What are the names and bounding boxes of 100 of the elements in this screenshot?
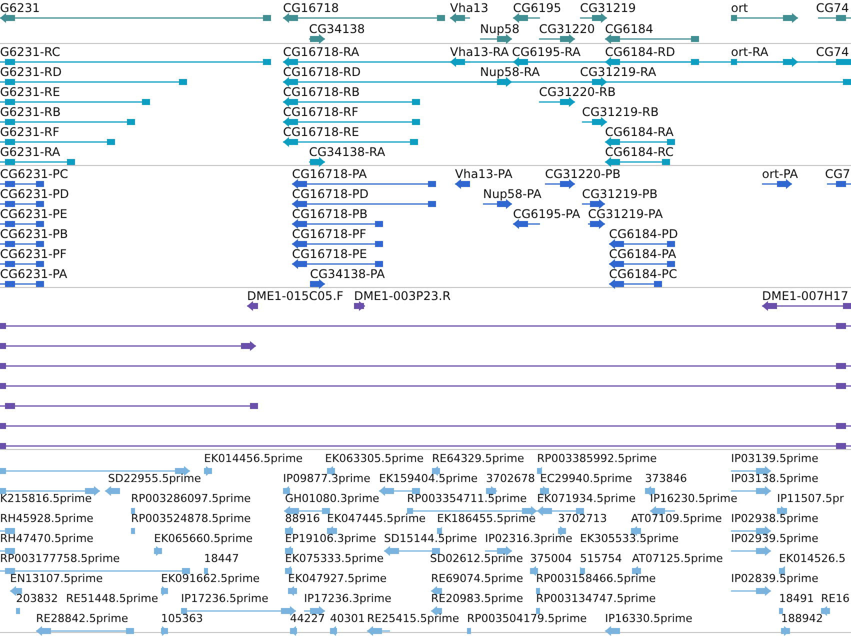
- feature-label: DME1-003P23.R: [354, 289, 451, 303]
- feature-label: IP16330.5prime: [605, 612, 692, 626]
- feature-label: CG7: [825, 167, 850, 181]
- feature-label: Nup58-RA: [480, 65, 540, 79]
- feature-label: CG31220-RB: [539, 85, 616, 99]
- feature-label: 40301: [330, 612, 365, 626]
- feature-label: Nup58: [480, 22, 520, 36]
- feature-label: 203832: [16, 592, 58, 606]
- feature-label: RP003354711.5prime: [407, 492, 527, 506]
- feature-label: Vha13-RA: [450, 45, 509, 59]
- feature-label: CG6184-PC: [609, 267, 678, 281]
- feature-label: CG74: [816, 45, 849, 59]
- feature-label: RP003504179.5prime: [467, 612, 587, 626]
- feature-label: CG31219-PB: [582, 187, 658, 201]
- feature-label: CG16718-RE: [283, 125, 360, 139]
- feature-label: CG6231-PF: [0, 247, 67, 261]
- feature-label: SD02612.5prime: [430, 552, 523, 566]
- feature-label: CG74: [816, 1, 849, 15]
- feature-label: RP003134747.5prime: [536, 592, 656, 606]
- feature-label: RP003385992.5prime: [537, 452, 657, 466]
- feature-label: 515754: [580, 552, 622, 566]
- feature-label: CG6231-PC: [0, 167, 68, 181]
- feature-label: SD22955.5prime: [108, 472, 201, 486]
- feature-label: ort-RA: [731, 45, 768, 59]
- feature-label: EK014526.5: [779, 552, 846, 566]
- feature-label: IP03138.5prime: [731, 472, 818, 486]
- feature-label: 373846: [645, 472, 687, 486]
- feature-label: 18491: [779, 592, 814, 606]
- feature-label: G6231: [0, 1, 40, 15]
- feature-label: CG6184: [605, 22, 654, 36]
- feature-label: CG31220-PB: [545, 167, 621, 181]
- feature-label: AT07109.5prime: [631, 512, 722, 526]
- feature-label: DME1-015C05.F: [247, 289, 344, 303]
- feature-label: CG31219-PA: [588, 207, 663, 221]
- feature-label: K215816.5prime: [0, 492, 92, 506]
- feature-label: EK075333.5prime: [285, 552, 384, 566]
- feature-label: Vha13-PA: [455, 167, 512, 181]
- feature-label: EK305533.5prime: [580, 532, 679, 546]
- feature-label: DME1-007H17: [762, 289, 848, 303]
- feature-label: CG6231-PE: [0, 207, 68, 221]
- feature-label: CG16718-PA: [292, 167, 367, 181]
- feature-label: RH47470.5prime: [0, 532, 94, 546]
- feature-label: CG16718-RA: [283, 45, 360, 59]
- feature-label: CG16718-PE: [292, 247, 367, 261]
- feature-label: CG34138-RA: [309, 145, 386, 159]
- feature-label: 3702678: [486, 472, 535, 486]
- feature-label: EK071934.5prime: [537, 492, 636, 506]
- feature-label: EK065660.5prime: [154, 532, 253, 546]
- feature-label: RP003158466.5prime: [536, 572, 656, 586]
- feature-label: 375004: [530, 552, 572, 566]
- feature-label: CG16718-PF: [292, 227, 366, 241]
- feature-label: EP19106.3prime: [285, 532, 376, 546]
- feature-label: G6231-RD: [0, 65, 62, 79]
- feature-label: AT07125.5prime: [632, 552, 723, 566]
- feature-label: 105363: [161, 612, 203, 626]
- feature-label: CG6184-RD: [605, 45, 676, 59]
- feature-label: RE16: [821, 592, 850, 606]
- feature-label: CG16718-RF: [283, 105, 358, 119]
- feature-label: CG34138-PA: [310, 267, 385, 281]
- feature-label: Vha13: [450, 1, 488, 15]
- feature-label: IP03139.5prime: [731, 452, 818, 466]
- feature-label: CG6195-PA: [513, 207, 580, 221]
- feature-label: CG6231-PD: [0, 187, 70, 201]
- feature-label: EK047445.5prime: [327, 512, 426, 526]
- feature-label: 3702713: [558, 512, 607, 526]
- feature-label: CG16718: [283, 1, 339, 15]
- feature-label: RE51448.5prime: [66, 592, 158, 606]
- feature-label: IP16230.5prime: [650, 492, 738, 506]
- feature-label: CG16718-RD: [283, 65, 361, 79]
- feature-label: G6231-RA: [0, 145, 60, 159]
- feature-label: EK047927.5prime: [288, 572, 387, 586]
- feature-label: RE20983.5prime: [431, 592, 524, 606]
- feature-label: EK014456.5prime: [204, 452, 303, 466]
- feature-label: IP17236.3prime: [304, 592, 392, 606]
- feature-label: CG31220: [539, 22, 595, 36]
- feature-label: CG6184-PD: [609, 227, 678, 241]
- feature-label: RE64329.5prime: [432, 452, 524, 466]
- feature-label: CG34138: [309, 22, 365, 36]
- feature-label: EC29940.5prime: [540, 472, 632, 486]
- feature-label: G6231-RF: [0, 125, 60, 139]
- feature-label: EK063305.5prime: [325, 452, 424, 466]
- feature-label: G6231-RE: [0, 85, 60, 99]
- feature-label: CG6184-PA: [609, 247, 676, 261]
- feature-label: IP02938.5prime: [731, 512, 818, 526]
- feature-label: CG6195: [513, 1, 562, 15]
- feature-label: CG16718-PD: [292, 187, 369, 201]
- feature-label: EK186455.5prime: [437, 512, 536, 526]
- feature-label: IP02939.5prime: [731, 532, 818, 546]
- feature-label: IP11507.5pr: [777, 492, 844, 506]
- feature-label: CG31219: [580, 1, 636, 15]
- feature-label: 188942: [781, 612, 823, 626]
- feature-label: RP003524878.5prime: [131, 512, 251, 526]
- feature-label: RP003177758.5prime: [0, 552, 120, 566]
- feature-label: CG6184-RC: [605, 145, 674, 159]
- feature-label: Nup58-PA: [483, 187, 542, 201]
- feature-label: G6231-RB: [0, 105, 61, 119]
- feature-label: EK091662.5prime: [161, 572, 260, 586]
- feature-label: 18447: [204, 552, 239, 566]
- feature-label: CG6184-RA: [605, 125, 674, 139]
- feature-label: RE69074.5prime: [431, 572, 524, 586]
